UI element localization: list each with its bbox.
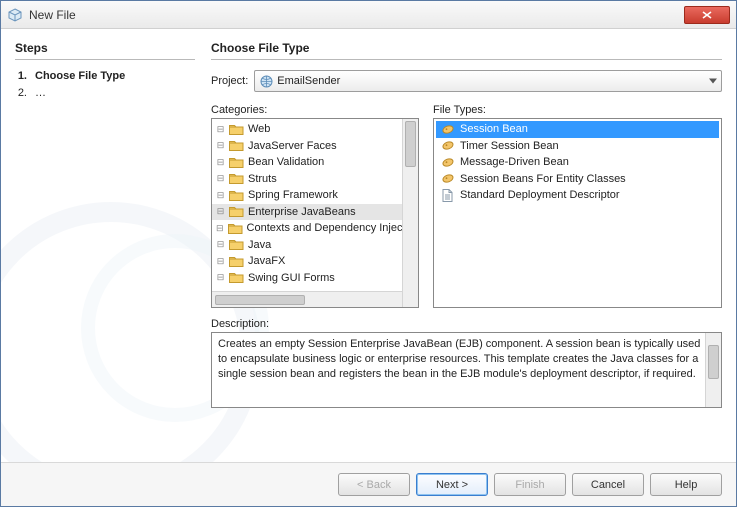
category-item[interactable]: ⊟JavaServer Faces [212, 138, 418, 155]
folder-icon [229, 255, 244, 268]
bean-icon [440, 139, 455, 152]
description-box: Creates an empty Session Enterprise Java… [211, 332, 722, 408]
category-item[interactable]: ⊟JavaFX [212, 253, 418, 270]
bean-icon [440, 172, 455, 185]
filetype-item[interactable]: Timer Session Bean [436, 138, 719, 155]
folder-icon [229, 156, 244, 169]
steps-panel: Steps 1.Choose File Type2.… [15, 41, 195, 454]
category-item[interactable]: ⊟Enterprise JavaBeans [212, 204, 418, 221]
folder-icon [228, 222, 243, 235]
close-button[interactable] [684, 6, 730, 24]
step-item: 2.… [15, 85, 195, 102]
title-bar[interactable]: New File [1, 1, 736, 29]
scrollbar-horizontal[interactable] [212, 291, 418, 307]
step-item: 1.Choose File Type [15, 68, 195, 85]
window-title: New File [29, 8, 76, 22]
category-item[interactable]: ⊟Web [212, 121, 418, 138]
categories-list[interactable]: ⊟Web⊟JavaServer Faces⊟Bean Validation⊟St… [211, 118, 419, 308]
content-panel: Choose File Type Project: EmailSender Ca… [211, 41, 722, 454]
description-text: Creates an empty Session Enterprise Java… [218, 338, 700, 380]
category-item[interactable]: ⊟Struts [212, 171, 418, 188]
chevron-down-icon [709, 79, 717, 84]
document-icon [440, 189, 455, 202]
next-button[interactable]: Next > [416, 473, 488, 496]
scrollbar-vertical[interactable] [705, 333, 721, 407]
back-button[interactable]: < Back [338, 473, 410, 496]
filetype-item[interactable]: Message-Driven Bean [436, 154, 719, 171]
category-item[interactable]: ⊟Java [212, 237, 418, 254]
folder-icon [229, 189, 244, 202]
folder-icon [229, 205, 244, 218]
project-combo[interactable]: EmailSender [254, 70, 722, 92]
category-item[interactable]: ⊟Swing GUI Forms [212, 270, 418, 287]
finish-button[interactable]: Finish [494, 473, 566, 496]
cancel-button[interactable]: Cancel [572, 473, 644, 496]
bean-icon [440, 123, 455, 136]
close-icon [702, 11, 712, 19]
filetype-item[interactable]: Standard Deployment Descriptor [436, 187, 719, 204]
scrollbar-vertical[interactable] [402, 119, 418, 307]
project-value: EmailSender [277, 75, 340, 87]
app-icon [7, 7, 23, 23]
steps-heading: Steps [15, 41, 195, 55]
globe-icon [259, 74, 273, 88]
folder-icon [229, 172, 244, 185]
description-label: Description: [211, 318, 722, 330]
folder-icon [229, 123, 244, 136]
filetypes-list[interactable]: Session BeanTimer Session BeanMessage-Dr… [433, 118, 722, 308]
help-button[interactable]: Help [650, 473, 722, 496]
filetype-item[interactable]: Session Beans For Entity Classes [436, 171, 719, 188]
project-label: Project: [211, 75, 248, 87]
category-item[interactable]: ⊟Spring Framework [212, 187, 418, 204]
category-item[interactable]: ⊟Bean Validation [212, 154, 418, 171]
category-item[interactable]: ⊟Contexts and Dependency Injection [212, 220, 418, 237]
folder-icon [229, 139, 244, 152]
categories-label: Categories: [211, 104, 419, 116]
new-file-dialog: New File Steps 1.Choose File Type2.… Cho… [0, 0, 737, 507]
filetype-item[interactable]: Session Bean [436, 121, 719, 138]
folder-icon [229, 238, 244, 251]
button-bar: < Back Next > Finish Cancel Help [1, 462, 736, 506]
folder-icon [229, 271, 244, 284]
bean-icon [440, 156, 455, 169]
filetypes-label: File Types: [433, 104, 722, 116]
page-title: Choose File Type [211, 41, 722, 55]
